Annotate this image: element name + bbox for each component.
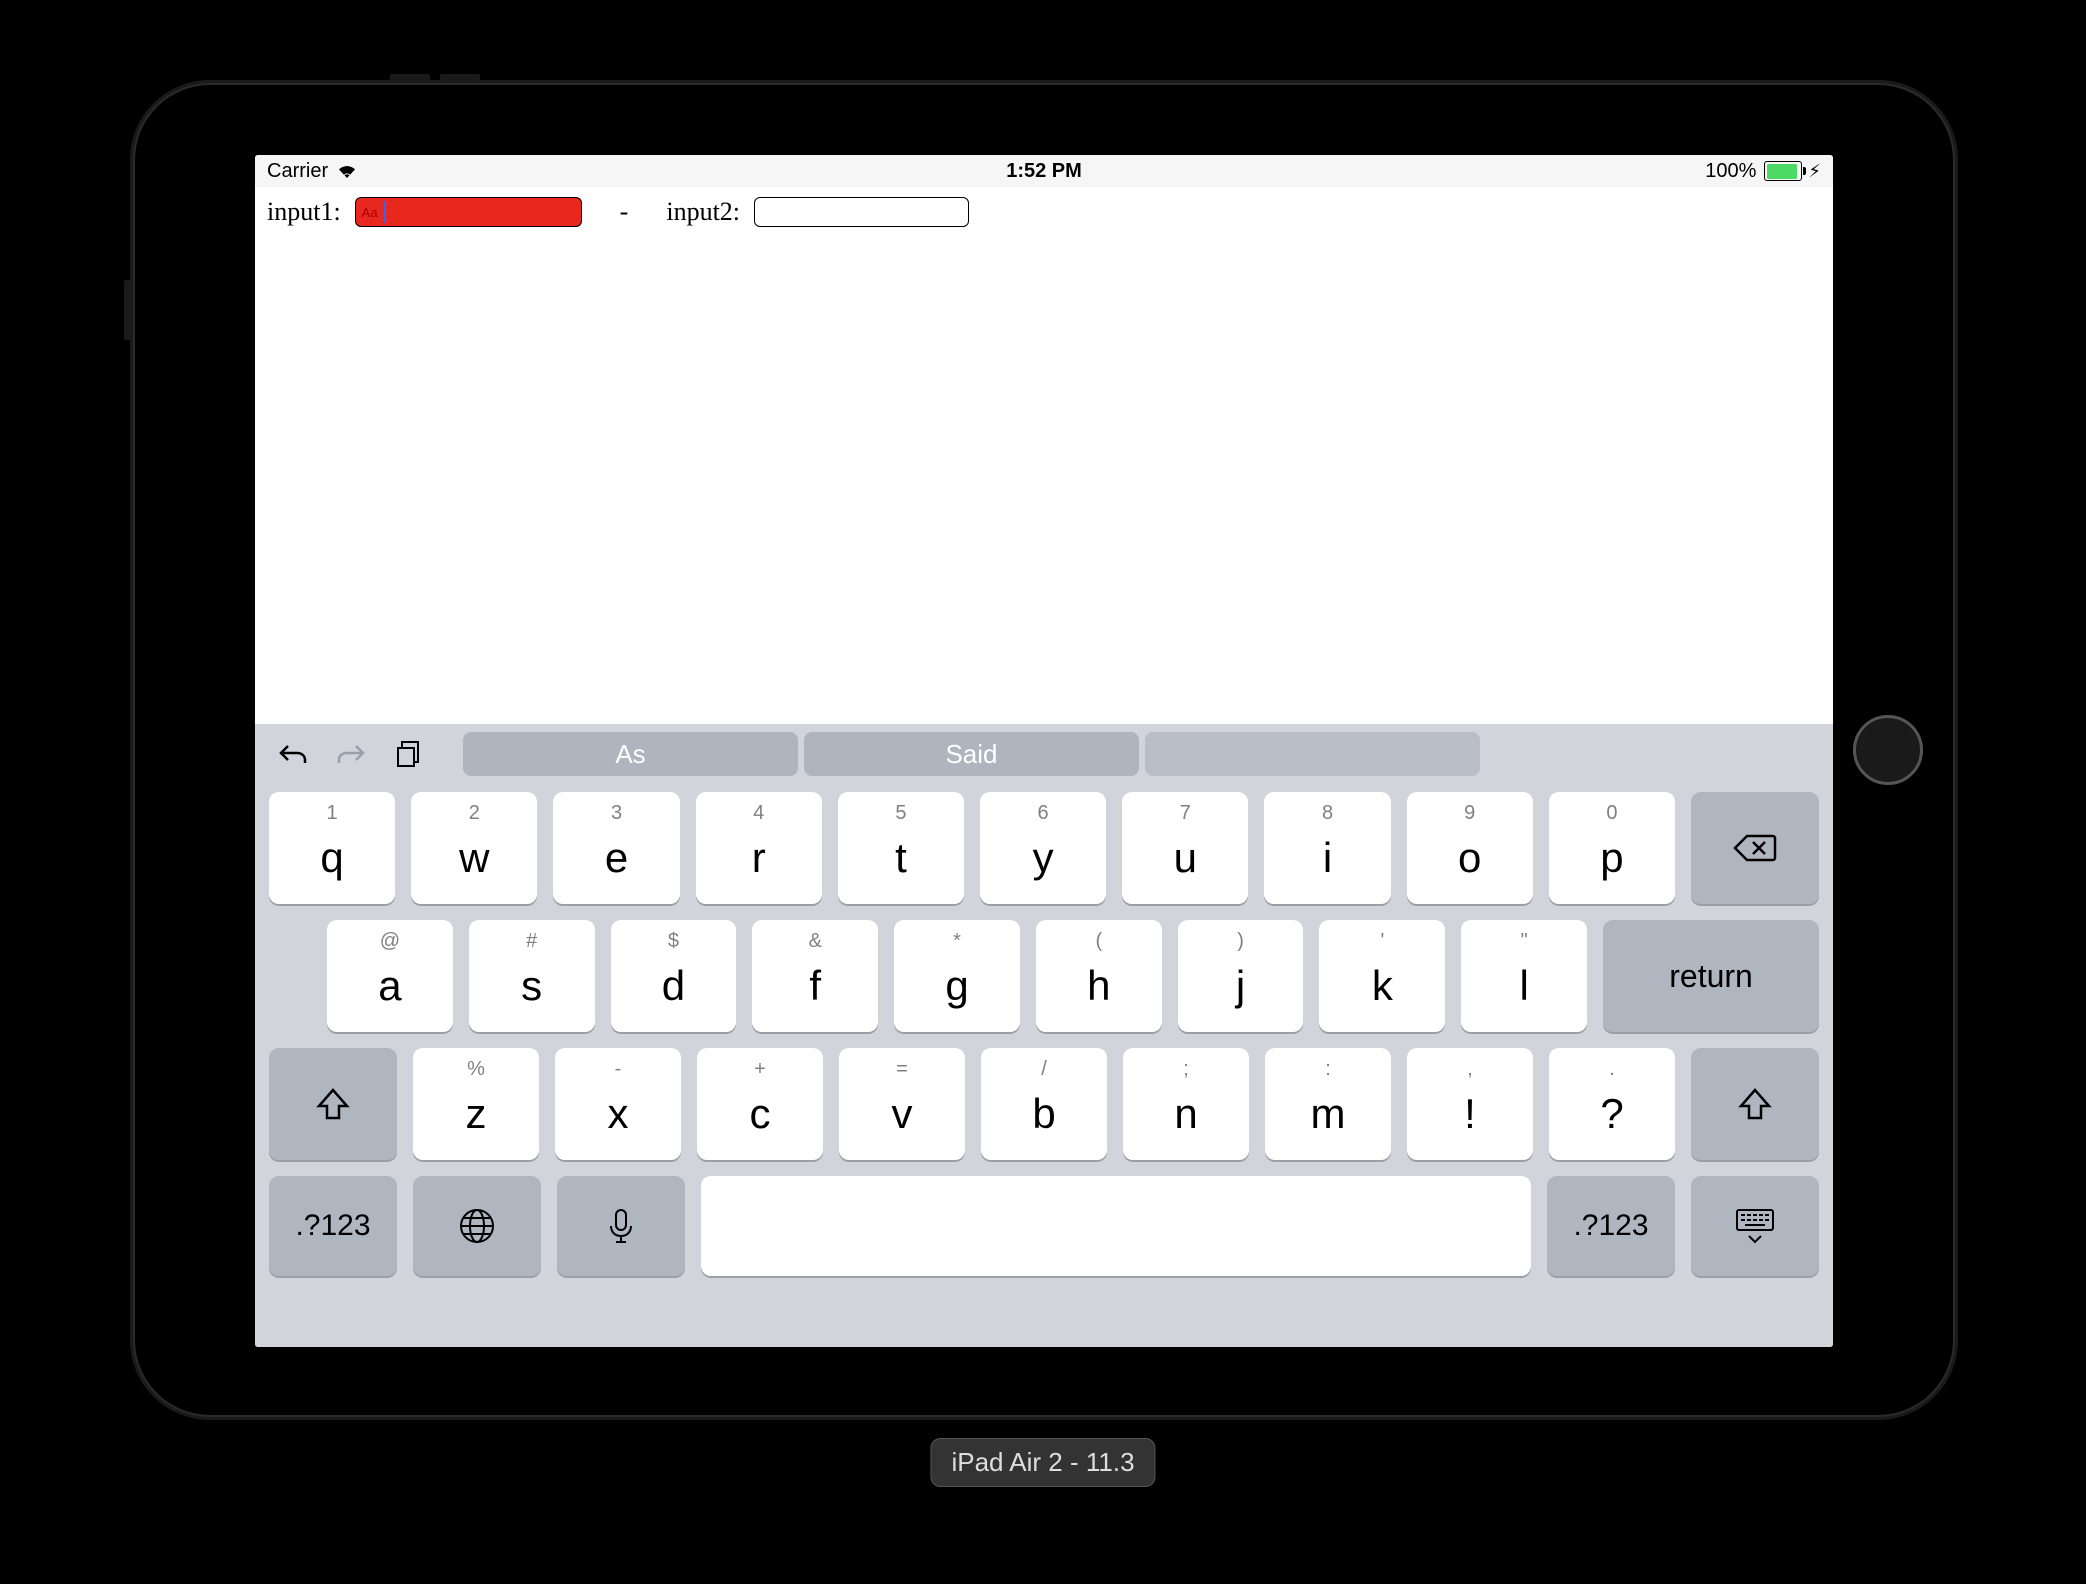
input2-label: input2: (666, 197, 740, 227)
key-s[interactable]: #s (469, 920, 595, 1032)
status-bar: Carrier 1:52 PM 100% ⚡︎ (255, 155, 1833, 187)
keyboard-row-2: @a #s $d &f *g (h )j 'k "l return (269, 920, 1819, 1032)
home-button[interactable] (1853, 715, 1923, 785)
key-q[interactable]: 1q (269, 792, 395, 904)
key-d[interactable]: $d (611, 920, 737, 1032)
key-r[interactable]: 4r (696, 792, 822, 904)
key-dictation[interactable] (557, 1176, 685, 1276)
keyboard: As Said 1q 2w 3e 4r 5t 6y 7u (255, 724, 1833, 1347)
key-x[interactable]: -x (555, 1048, 681, 1160)
key-v[interactable]: =v (839, 1048, 965, 1160)
key-shift-right[interactable] (1691, 1048, 1819, 1160)
input1-field[interactable]: Aa (355, 197, 582, 227)
key-o[interactable]: 9o (1407, 792, 1533, 904)
key-p[interactable]: 0p (1549, 792, 1675, 904)
redo-button[interactable] (327, 730, 375, 778)
key-b[interactable]: /b (981, 1048, 1107, 1160)
battery-percent: 100% (1705, 160, 1756, 183)
clipboard-button[interactable] (385, 730, 433, 778)
ipad-chassis: Carrier 1:52 PM 100% ⚡︎ input1: Aa (130, 80, 1958, 1420)
key-h[interactable]: (h (1036, 920, 1162, 1032)
key-u[interactable]: 7u (1122, 792, 1248, 904)
key-z[interactable]: %z (413, 1048, 539, 1160)
key-w[interactable]: 2w (411, 792, 537, 904)
suggestions-bar: As Said (463, 732, 1819, 776)
key-e[interactable]: 3e (553, 792, 679, 904)
key-f[interactable]: &f (752, 920, 878, 1032)
key-backspace[interactable] (1691, 792, 1819, 904)
input1-value: Aa (362, 205, 378, 220)
key-g[interactable]: *g (894, 920, 1020, 1032)
suggestion-1[interactable]: As (463, 732, 798, 776)
input1-label: input1: (267, 197, 341, 227)
key-exclaim[interactable]: ,! (1407, 1048, 1533, 1160)
key-i[interactable]: 8i (1264, 792, 1390, 904)
screen: Carrier 1:52 PM 100% ⚡︎ input1: Aa (255, 155, 1833, 1347)
key-question[interactable]: .? (1549, 1048, 1675, 1160)
key-a[interactable]: @a (327, 920, 453, 1032)
simulator-device-label: iPad Air 2 - 11.3 (930, 1438, 1155, 1487)
suggestion-3[interactable] (1145, 732, 1480, 776)
input2-field[interactable] (754, 197, 969, 227)
carrier-label: Carrier (267, 160, 328, 183)
key-j[interactable]: )j (1178, 920, 1304, 1032)
key-return[interactable]: return (1603, 920, 1819, 1032)
charging-icon: ⚡︎ (1808, 161, 1821, 182)
key-k[interactable]: 'k (1319, 920, 1445, 1032)
key-mode-left[interactable]: .?123 (269, 1176, 397, 1276)
separator: - (596, 197, 653, 227)
suggestion-2[interactable]: Said (804, 732, 1139, 776)
key-space[interactable] (701, 1176, 1531, 1276)
undo-button[interactable] (269, 730, 317, 778)
keyboard-row-3: %z -x +c =v /b ;n :m ,! .? (269, 1048, 1819, 1160)
key-dismiss-keyboard[interactable] (1691, 1176, 1819, 1276)
battery-icon (1764, 161, 1802, 181)
key-m[interactable]: :m (1265, 1048, 1391, 1160)
key-y[interactable]: 6y (980, 792, 1106, 904)
key-c[interactable]: +c (697, 1048, 823, 1160)
wifi-icon (336, 163, 358, 179)
key-l[interactable]: "l (1461, 920, 1587, 1032)
key-t[interactable]: 5t (838, 792, 964, 904)
clock: 1:52 PM (1006, 160, 1082, 183)
key-n[interactable]: ;n (1123, 1048, 1249, 1160)
power-button (124, 280, 130, 340)
key-globe[interactable] (413, 1176, 541, 1276)
key-shift-left[interactable] (269, 1048, 397, 1160)
volume-button (390, 74, 430, 80)
keyboard-row-4: .?123 .?123 (269, 1176, 1819, 1276)
app-content: input1: Aa - input2: (255, 187, 1833, 237)
volume-button (440, 74, 480, 80)
keyboard-toolbar: As Said (255, 724, 1833, 784)
text-cursor (384, 201, 386, 223)
keyboard-row-1: 1q 2w 3e 4r 5t 6y 7u 8i 9o 0p (269, 792, 1819, 904)
key-mode-right[interactable]: .?123 (1547, 1176, 1675, 1276)
